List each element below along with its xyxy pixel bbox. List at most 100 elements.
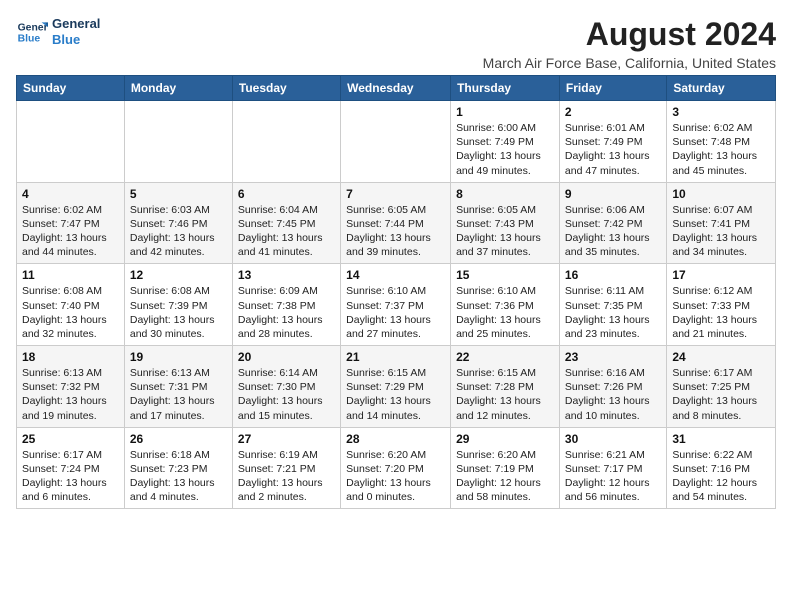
day-info: Sunrise: 6:16 AM Sunset: 7:26 PM Dayligh… [565,366,661,423]
calendar-week-row: 4 Sunrise: 6:02 AM Sunset: 7:47 PM Daylig… [17,182,776,264]
day-info: Sunrise: 6:06 AM Sunset: 7:42 PM Dayligh… [565,203,661,260]
logo: General Blue General Blue [16,16,100,48]
day-number: 2 [565,105,661,119]
day-number: 17 [672,268,770,282]
calendar-week-row: 25 Sunrise: 6:17 AM Sunset: 7:24 PM Dayli… [17,427,776,509]
weekday-header: Tuesday [232,76,340,101]
calendar-cell: 17 Sunrise: 6:12 AM Sunset: 7:33 PM Dayli… [667,264,776,346]
calendar-cell: 23 Sunrise: 6:16 AM Sunset: 7:26 PM Dayli… [559,346,666,428]
calendar-cell [232,101,340,183]
day-info: Sunrise: 6:01 AM Sunset: 7:49 PM Dayligh… [565,121,661,178]
calendar-cell [124,101,232,183]
day-info: Sunrise: 6:21 AM Sunset: 7:17 PM Dayligh… [565,448,661,505]
day-info: Sunrise: 6:02 AM Sunset: 7:47 PM Dayligh… [22,203,119,260]
calendar-cell: 27Sunrise: 6:19 AM Sunset: 7:21 PM Dayli… [232,427,340,509]
calendar-cell: 22 Sunrise: 6:15 AM Sunset: 7:28 PM Dayli… [451,346,560,428]
main-title: August 2024 [483,16,776,53]
day-number: 24 [672,350,770,364]
day-number: 16 [565,268,661,282]
day-info: Sunrise: 6:18 AM Sunset: 7:23 PM Dayligh… [130,448,227,505]
day-info: Sunrise: 6:12 AM Sunset: 7:33 PM Dayligh… [672,284,770,341]
calendar-cell: 8 Sunrise: 6:05 AM Sunset: 7:43 PM Daylig… [451,182,560,264]
day-info: Sunrise: 6:07 AM Sunset: 7:41 PM Dayligh… [672,203,770,260]
day-info: Sunrise: 6:09 AM Sunset: 7:38 PM Dayligh… [238,284,335,341]
day-number: 9 [565,187,661,201]
day-number: 26 [130,432,227,446]
calendar-cell: 26 Sunrise: 6:18 AM Sunset: 7:23 PM Dayli… [124,427,232,509]
day-number: 15 [456,268,554,282]
day-number: 7 [346,187,445,201]
calendar-cell: 25 Sunrise: 6:17 AM Sunset: 7:24 PM Dayli… [17,427,125,509]
day-number: 14 [346,268,445,282]
weekday-header: Wednesday [341,76,451,101]
day-number: 29 [456,432,554,446]
weekday-header: Sunday [17,76,125,101]
calendar-cell: 2 Sunrise: 6:01 AM Sunset: 7:49 PM Daylig… [559,101,666,183]
weekday-header: Monday [124,76,232,101]
day-number: 23 [565,350,661,364]
calendar-cell: 19 Sunrise: 6:13 AM Sunset: 7:31 PM Dayli… [124,346,232,428]
day-number: 31 [672,432,770,446]
calendar-table: SundayMondayTuesdayWednesdayThursdayFrid… [16,75,776,509]
day-info: Sunrise: 6:08 AM Sunset: 7:39 PM Dayligh… [130,284,227,341]
day-number: 8 [456,187,554,201]
calendar-week-row: 18 Sunrise: 6:13 AM Sunset: 7:32 PM Dayli… [17,346,776,428]
day-number: 28 [346,432,445,446]
calendar-cell: 24 Sunrise: 6:17 AM Sunset: 7:25 PM Dayli… [667,346,776,428]
day-number: 5 [130,187,227,201]
day-info: Sunrise: 6:14 AM Sunset: 7:30 PM Dayligh… [238,366,335,423]
day-info: Sunrise: 6:13 AM Sunset: 7:31 PM Dayligh… [130,366,227,423]
calendar-cell: 15 Sunrise: 6:10 AM Sunset: 7:36 PM Dayli… [451,264,560,346]
calendar-cell: 1Sunrise: 6:00 AM Sunset: 7:49 PM Daylig… [451,101,560,183]
day-info: Sunrise: 6:04 AM Sunset: 7:45 PM Dayligh… [238,203,335,260]
logo-icon: General Blue [16,16,48,48]
day-number: 11 [22,268,119,282]
weekday-header: Thursday [451,76,560,101]
day-info: Sunrise: 6:05 AM Sunset: 7:44 PM Dayligh… [346,203,445,260]
logo-text-line1: General [52,16,100,32]
calendar-cell: 29 Sunrise: 6:20 AM Sunset: 7:19 PM Dayli… [451,427,560,509]
day-number: 4 [22,187,119,201]
day-number: 3 [672,105,770,119]
svg-text:General: General [18,22,48,33]
day-info: Sunrise: 6:08 AM Sunset: 7:40 PM Dayligh… [22,284,119,341]
calendar-cell: 20 Sunrise: 6:14 AM Sunset: 7:30 PM Dayli… [232,346,340,428]
day-number: 27 [238,432,335,446]
calendar-cell: 31 Sunrise: 6:22 AM Sunset: 7:16 PM Dayli… [667,427,776,509]
day-number: 25 [22,432,119,446]
day-number: 10 [672,187,770,201]
day-info: Sunrise: 6:17 AM Sunset: 7:25 PM Dayligh… [672,366,770,423]
calendar-cell: 4 Sunrise: 6:02 AM Sunset: 7:47 PM Daylig… [17,182,125,264]
calendar-cell: 21 Sunrise: 6:15 AM Sunset: 7:29 PM Dayli… [341,346,451,428]
day-info: Sunrise: 6:11 AM Sunset: 7:35 PM Dayligh… [565,284,661,341]
calendar-cell: 5Sunrise: 6:03 AM Sunset: 7:46 PM Daylig… [124,182,232,264]
day-info: Sunrise: 6:15 AM Sunset: 7:28 PM Dayligh… [456,366,554,423]
day-number: 20 [238,350,335,364]
day-info: Sunrise: 6:15 AM Sunset: 7:29 PM Dayligh… [346,366,445,423]
day-info: Sunrise: 6:13 AM Sunset: 7:32 PM Dayligh… [22,366,119,423]
svg-text:Blue: Blue [18,34,41,45]
day-info: Sunrise: 6:05 AM Sunset: 7:43 PM Dayligh… [456,203,554,260]
title-area: August 2024 March Air Force Base, Califo… [483,16,776,71]
calendar-cell [17,101,125,183]
calendar-cell: 13Sunrise: 6:09 AM Sunset: 7:38 PM Dayli… [232,264,340,346]
calendar-cell: 28Sunrise: 6:20 AM Sunset: 7:20 PM Dayli… [341,427,451,509]
calendar-cell: 12 Sunrise: 6:08 AM Sunset: 7:39 PM Dayli… [124,264,232,346]
day-info: Sunrise: 6:17 AM Sunset: 7:24 PM Dayligh… [22,448,119,505]
day-number: 6 [238,187,335,201]
calendar-cell: 7 Sunrise: 6:05 AM Sunset: 7:44 PM Daylig… [341,182,451,264]
day-number: 19 [130,350,227,364]
logo-text-line2: Blue [52,32,100,48]
subtitle: March Air Force Base, California, United… [483,55,776,71]
day-info: Sunrise: 6:10 AM Sunset: 7:36 PM Dayligh… [456,284,554,341]
calendar-week-row: 1Sunrise: 6:00 AM Sunset: 7:49 PM Daylig… [17,101,776,183]
day-info: Sunrise: 6:20 AM Sunset: 7:19 PM Dayligh… [456,448,554,505]
day-number: 21 [346,350,445,364]
calendar-cell: 18 Sunrise: 6:13 AM Sunset: 7:32 PM Dayli… [17,346,125,428]
day-number: 30 [565,432,661,446]
day-number: 18 [22,350,119,364]
day-number: 12 [130,268,227,282]
day-number: 22 [456,350,554,364]
day-info: Sunrise: 6:22 AM Sunset: 7:16 PM Dayligh… [672,448,770,505]
day-info: Sunrise: 6:00 AM Sunset: 7:49 PM Dayligh… [456,121,554,178]
